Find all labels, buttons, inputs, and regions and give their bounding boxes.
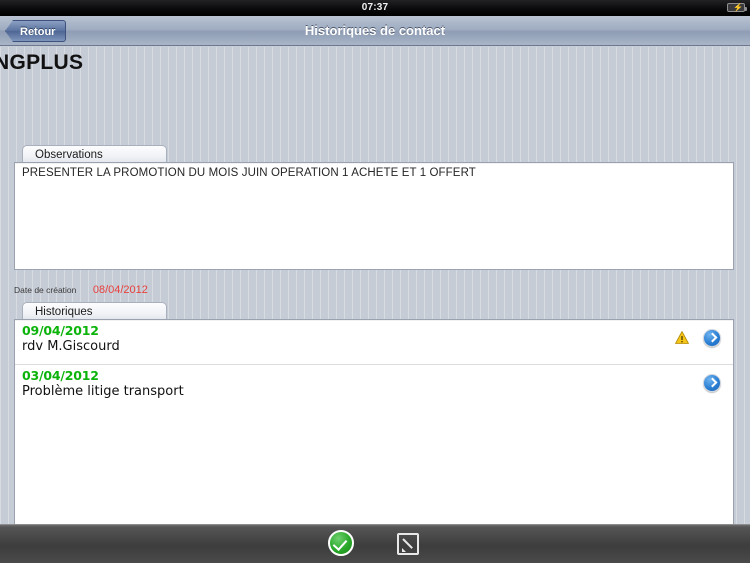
- history-date: 03/04/2012: [22, 368, 99, 383]
- creation-date-value: 08/04/2012: [92, 283, 148, 296]
- creation-date-row: Date de création 08/04/2012: [14, 281, 148, 296]
- history-date: 09/04/2012: [22, 323, 99, 338]
- status-bar: 07:37 ⚡: [0, 0, 750, 16]
- observations-textarea[interactable]: PRESENTER LA PROMOTION DU MOIS JUIN OPER…: [14, 162, 734, 270]
- disclosure-chevron-icon[interactable]: [703, 329, 721, 347]
- bottom-toolbar: [0, 524, 750, 563]
- warning-triangle-icon: [675, 331, 689, 344]
- history-text: rdv M.Giscourd: [22, 339, 120, 354]
- list-item[interactable]: 09/04/2012 rdv M.Giscourd: [15, 320, 733, 365]
- navigation-bar: Retour Historiques de contact: [0, 16, 750, 46]
- battery-charging-icon: ⚡: [727, 3, 747, 12]
- creation-date-label: Date de création: [14, 284, 77, 295]
- edit-button[interactable]: [394, 530, 422, 558]
- compose-edit-icon: [397, 533, 419, 555]
- app-window: 07:37 ⚡ Retour Historiques de contact NG…: [0, 0, 750, 563]
- list-item[interactable]: 03/04/2012 Problème litige transport: [15, 365, 733, 410]
- battery-bolt-glyph: ⚡: [733, 3, 744, 12]
- client-name-heading: NGPLUS: [0, 51, 84, 74]
- history-text: Problème litige transport: [22, 384, 184, 399]
- validate-button[interactable]: [328, 530, 356, 558]
- content-area: NGPLUS Observations PRESENTER LA PROMOTI…: [0, 47, 750, 563]
- page-title-navbar: Historiques de contact: [304, 23, 446, 38]
- toolbar-buttons: [0, 525, 750, 563]
- disclosure-chevron-icon[interactable]: [703, 374, 721, 392]
- status-bar-time: 07:37: [361, 2, 389, 13]
- check-circle-icon: [328, 530, 354, 556]
- observations-text: PRESENTER LA PROMOTION DU MOIS JUIN OPER…: [22, 167, 476, 179]
